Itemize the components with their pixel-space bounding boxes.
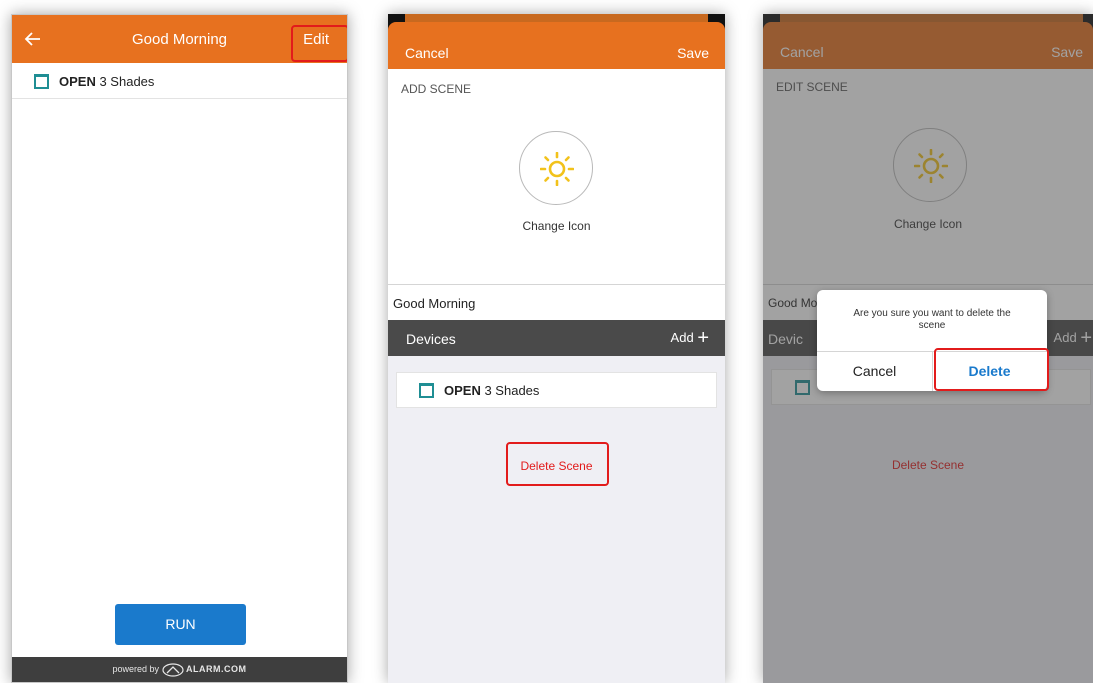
edit-scene-screen: Cancel Save EDIT SCENE Change Icon Good … bbox=[763, 14, 1093, 683]
header-bar: Cancel Save bbox=[388, 22, 725, 69]
shade-icon bbox=[419, 383, 434, 398]
brand-name: ALARM.COM bbox=[186, 664, 247, 674]
scene-name-field[interactable]: Good Morning bbox=[388, 284, 725, 320]
device-name: 3 Shades bbox=[99, 74, 155, 89]
alarm-com-logo-icon bbox=[161, 663, 184, 677]
cancel-button[interactable]: Cancel bbox=[405, 45, 449, 61]
edit-highlight bbox=[291, 25, 347, 62]
section-title: ADD SCENE bbox=[401, 82, 472, 96]
device-action: OPEN bbox=[59, 74, 96, 89]
device-item[interactable]: OPEN 3 Shades bbox=[12, 63, 347, 99]
scene-name-value: Good Morning bbox=[393, 296, 476, 311]
device-name: 3 Shades bbox=[484, 383, 540, 398]
powered-by-text: powered by bbox=[112, 664, 159, 674]
plus-icon: + bbox=[697, 327, 709, 349]
save-button[interactable]: Save bbox=[677, 45, 709, 61]
scene-icon-section: ADD SCENE Change Icon bbox=[388, 69, 725, 284]
run-button[interactable]: RUN bbox=[115, 604, 246, 645]
scene-icon-button[interactable] bbox=[519, 131, 593, 205]
device-action: OPEN bbox=[444, 383, 481, 398]
dialog-cancel-button[interactable]: Cancel bbox=[817, 351, 932, 391]
sun-icon bbox=[540, 152, 574, 186]
add-label: Add bbox=[670, 330, 694, 345]
device-item[interactable]: OPEN 3 Shades bbox=[396, 372, 717, 408]
devices-header: Devices Add + bbox=[388, 320, 725, 356]
delete-highlight bbox=[934, 348, 1049, 391]
add-scene-screen: Cancel Save ADD SCENE Change Icon Good M… bbox=[388, 14, 725, 683]
devices-label: Devices bbox=[406, 331, 456, 347]
footer-bar: powered by ALARM.COM bbox=[12, 657, 347, 682]
add-device-button[interactable]: Add + bbox=[670, 328, 709, 348]
delete-scene-highlight bbox=[506, 442, 609, 486]
change-icon-label[interactable]: Change Icon bbox=[388, 219, 725, 233]
shade-icon bbox=[34, 74, 49, 89]
scene-detail-screen: Good Morning Edit OPEN 3 Shades RUN powe… bbox=[11, 14, 348, 683]
dialog-message: Are you sure you want to delete the scen… bbox=[853, 308, 1011, 331]
